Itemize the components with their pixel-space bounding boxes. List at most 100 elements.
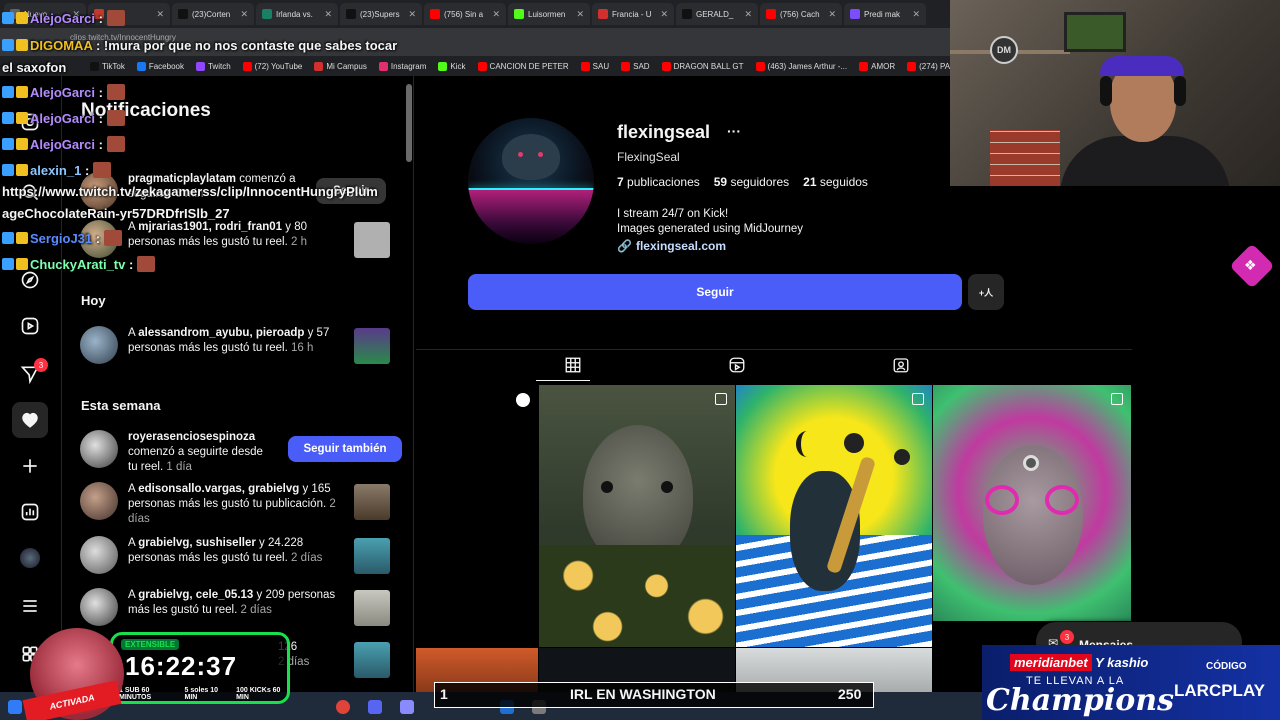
bookmark-favicon-icon bbox=[438, 61, 448, 71]
bookmark-item[interactable]: Kick bbox=[438, 61, 466, 71]
close-icon[interactable]: ✕ bbox=[744, 9, 752, 20]
link-icon: 🔗 bbox=[617, 239, 632, 253]
post-thumbnail[interactable] bbox=[354, 328, 390, 364]
notification-item[interactable]: royerasenciosespinoza comenzó a seguirte… bbox=[80, 430, 402, 475]
close-icon[interactable]: ✕ bbox=[576, 9, 584, 20]
bookmark-favicon-icon bbox=[580, 61, 590, 71]
grid-post-seal-flowers[interactable] bbox=[539, 385, 735, 647]
discord-icon[interactable] bbox=[368, 700, 382, 714]
post-thumbnail[interactable] bbox=[354, 484, 390, 520]
follow-button[interactable]: Seguir bbox=[468, 274, 962, 310]
grid-post-seal-psychedelic[interactable] bbox=[933, 385, 1131, 621]
profile-link[interactable]: 🔗 flexingseal.com bbox=[617, 239, 726, 253]
close-icon[interactable]: ✕ bbox=[660, 9, 668, 20]
streamer-logo: DM bbox=[990, 36, 1018, 64]
chat-text: : bbox=[98, 85, 103, 100]
chat-message: ChuckyArati_tv : bbox=[2, 256, 155, 272]
close-icon[interactable]: ✕ bbox=[240, 9, 248, 20]
emote-icon bbox=[106, 84, 125, 100]
posts-grid-icon[interactable] bbox=[536, 356, 590, 381]
avatar[interactable] bbox=[80, 326, 118, 364]
browser-tab[interactable]: (756) Cach ✕ bbox=[760, 3, 842, 25]
notifications-icon[interactable] bbox=[12, 402, 48, 438]
browser-tab[interactable]: (23)Corten ✕ bbox=[172, 3, 254, 25]
seal-head bbox=[583, 425, 693, 565]
app-icon[interactable] bbox=[400, 700, 414, 714]
chat-username: DIGOMAA bbox=[30, 38, 93, 53]
profile-link-text[interactable]: flexingseal.com bbox=[636, 239, 726, 253]
notification-item[interactable]: A grabielvg, sushiseller y 24.228 person… bbox=[80, 536, 390, 574]
reels-tab-icon[interactable] bbox=[728, 356, 746, 374]
close-icon[interactable]: ✕ bbox=[408, 9, 416, 20]
webcam-overlay: DM bbox=[950, 0, 1280, 186]
avatar[interactable] bbox=[80, 430, 118, 468]
avatar[interactable] bbox=[80, 536, 118, 574]
reels-icon[interactable] bbox=[18, 314, 42, 338]
bookmark-item[interactable]: SAU bbox=[580, 61, 609, 71]
post-thumbnail[interactable] bbox=[354, 222, 390, 258]
bookmark-item[interactable]: Twitch bbox=[195, 61, 231, 71]
flowers bbox=[539, 545, 735, 647]
add-user-icon[interactable]: +人 bbox=[968, 274, 1004, 310]
post-thumbnail[interactable] bbox=[354, 590, 390, 626]
bookmark-item[interactable]: CANCION DE PETER bbox=[477, 61, 569, 71]
bookmark-item[interactable]: Instagram bbox=[378, 61, 426, 71]
browser-tab[interactable]: (23)Supers ✕ bbox=[340, 3, 422, 25]
avatar[interactable] bbox=[80, 588, 118, 626]
dashboard-icon[interactable] bbox=[18, 500, 42, 524]
tab-favicon-icon bbox=[682, 9, 692, 19]
bookmark-item[interactable]: DRAGON BALL GT bbox=[661, 61, 744, 71]
bookmark-item[interactable]: (72) YouTube bbox=[242, 61, 302, 71]
browser-tab[interactable]: Irlanda vs. ✕ bbox=[256, 3, 338, 25]
sponsor-brands: meridianbet Y kashio bbox=[1010, 654, 1148, 671]
browser-tab[interactable]: (756) Sin a ✕ bbox=[424, 3, 506, 25]
profile-picture[interactable] bbox=[468, 118, 594, 244]
grid-post-seal-saxophone[interactable] bbox=[736, 385, 932, 647]
post-thumbnail[interactable] bbox=[354, 538, 390, 574]
browser-tab[interactable]: Luisormen ✕ bbox=[508, 3, 590, 25]
notification-text: A alessandrom_ayubu, pieroadp y 57 perso… bbox=[128, 327, 330, 354]
bookmark-favicon-icon bbox=[195, 61, 205, 71]
bookmark-favicon-icon bbox=[477, 61, 487, 71]
badge-icon bbox=[2, 258, 14, 270]
windows-start-icon[interactable] bbox=[8, 700, 22, 714]
tab-label: GERALD_ bbox=[696, 9, 734, 19]
notification-item[interactable]: A alessandrom_ayubu, pieroadp y 57 perso… bbox=[80, 326, 390, 364]
grid-post-reel[interactable] bbox=[416, 385, 538, 647]
close-icon[interactable]: ✕ bbox=[324, 9, 332, 20]
tagged-icon[interactable] bbox=[892, 356, 910, 374]
notification-item[interactable]: A grabielvg, cele_05.13 y 209 personas m… bbox=[80, 588, 390, 626]
following-stat[interactable]: 21 seguidos bbox=[803, 175, 868, 189]
notifications-scrollbar[interactable] bbox=[406, 84, 412, 162]
post-thumbnail[interactable] bbox=[354, 642, 390, 678]
close-icon[interactable]: ✕ bbox=[828, 9, 836, 20]
more-options-icon[interactable]: ··· bbox=[727, 123, 741, 139]
messages-icon[interactable]: 3 bbox=[18, 358, 48, 386]
browser-tab[interactable]: Predi mak ✕ bbox=[844, 3, 926, 25]
browser-tab[interactable]: GERALD_ ✕ bbox=[676, 3, 758, 25]
browser-tab[interactable]: Francia - U ✕ bbox=[592, 3, 674, 25]
followers-stat[interactable]: 59 seguidores bbox=[714, 175, 789, 189]
close-icon[interactable]: ✕ bbox=[156, 9, 164, 20]
bookmark-item[interactable]: SAD bbox=[621, 61, 650, 71]
follow-also-button[interactable]: Seguir también bbox=[288, 436, 402, 462]
bookmark-item[interactable]: Facebook bbox=[136, 61, 184, 71]
bookmark-item[interactable]: (463) James Arthur -... bbox=[755, 61, 847, 71]
chrome-icon[interactable] bbox=[336, 700, 350, 714]
create-icon[interactable] bbox=[18, 454, 42, 478]
timer-stats: 1 SUB 60 MINUTOS 5 soles 10 MIN 100 KICK… bbox=[119, 687, 287, 701]
bookmark-item[interactable]: AMOR bbox=[859, 61, 895, 71]
notification-item[interactable]: A edisonsallo.vargas, grabielvg y 165 pe… bbox=[80, 482, 390, 527]
bookmark-item[interactable]: TikTok bbox=[90, 61, 125, 71]
avatar[interactable] bbox=[80, 482, 118, 520]
profile-icon[interactable] bbox=[18, 546, 42, 570]
close-icon[interactable]: ✕ bbox=[492, 9, 500, 20]
close-icon[interactable]: ✕ bbox=[912, 9, 920, 20]
notification-text: royerasenciosespinoza comenzó a seguirte… bbox=[128, 431, 263, 473]
notification-item[interactable]: A mjrarias1901, rodri_fran01 y 80 person… bbox=[80, 220, 390, 258]
bookmark-item[interactable]: Mi Campus bbox=[314, 61, 367, 71]
menu-icon[interactable] bbox=[18, 594, 42, 618]
crown-icon bbox=[16, 232, 28, 244]
chat-message: alexin_1 : bbox=[2, 162, 111, 178]
bookmark-item[interactable]: (274) PAS bbox=[907, 61, 955, 71]
